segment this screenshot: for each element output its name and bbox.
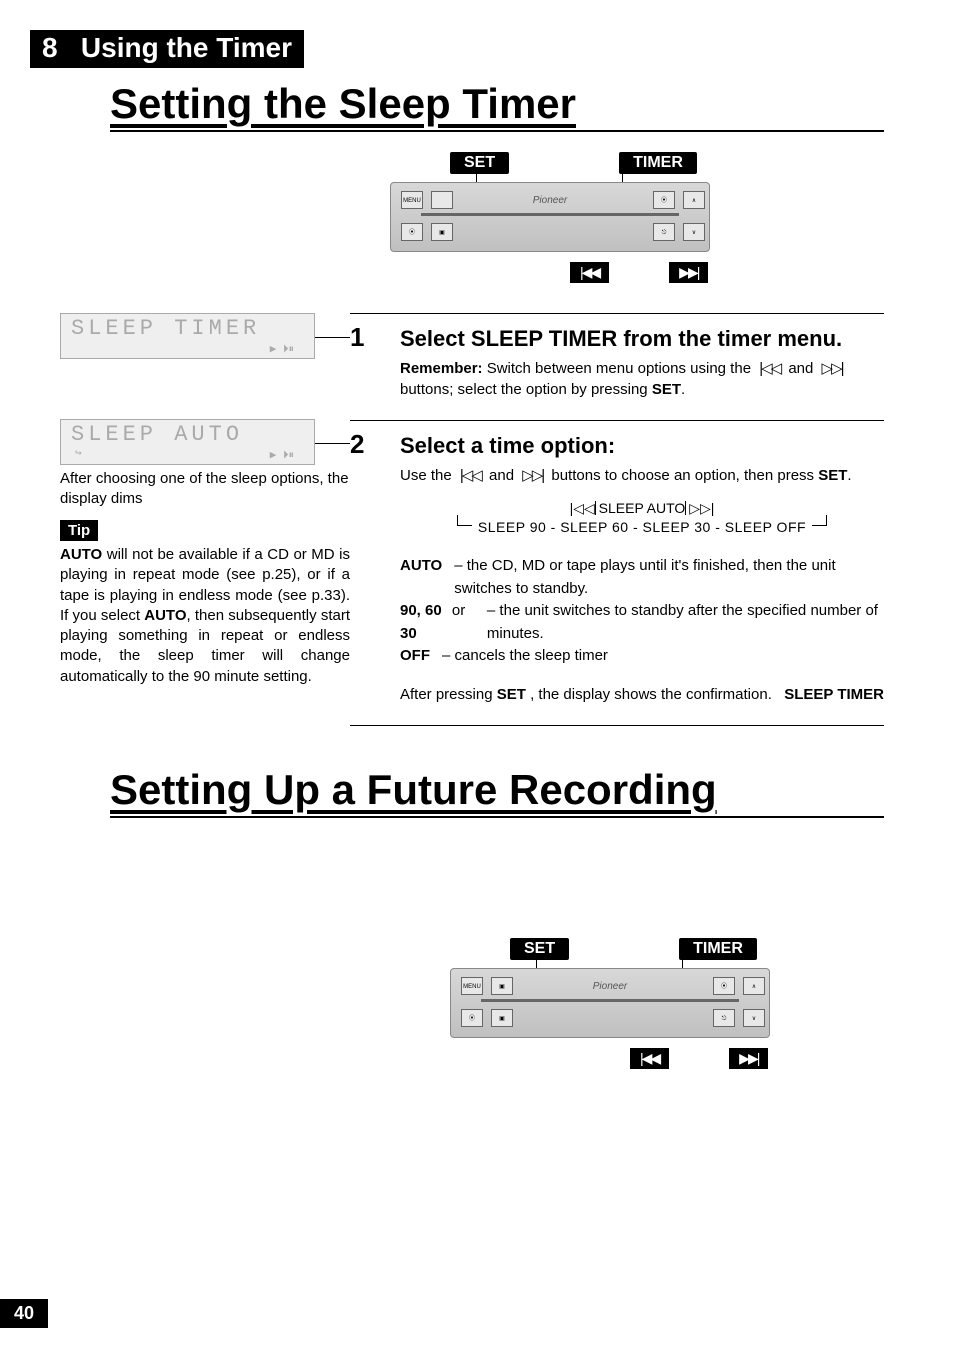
next-track-icon: ▷▷| (518, 467, 547, 484)
diagram-row: SLEEP 90 - SLEEP 60 - SLEEP 30 - SLEEP O… (472, 519, 812, 535)
step-title: Select a time option: (400, 433, 884, 459)
remote-button[interactable]: ▣ (491, 977, 513, 995)
remote-timer-label: TIMER (679, 938, 757, 960)
remote-brand: Pioneer (593, 981, 627, 992)
def-90-val: – the unit switches to standby after the… (487, 600, 884, 645)
remote-prev-button[interactable]: |◀◀ (570, 262, 609, 283)
remote-body: MENU Pioneer ⦿ ∧ ⦿ ▣ ⎋ ∨ (390, 182, 710, 252)
remote-button[interactable]: ⦿ (461, 1009, 483, 1027)
diagram-center: |◁◁ SLEEP AUTO ▷▷| (570, 500, 715, 516)
footer-a: After pressing (400, 686, 497, 703)
lcd2-caption: After choosing one of the sleep options,… (60, 469, 350, 508)
prev-track-icon: |◁◁ (755, 360, 784, 377)
footer-d: confirmation. (686, 686, 772, 703)
sleep-options-diagram: |◁◁ SLEEP AUTO ▷▷| SLEEP 90 - SLEEP 60 -… (400, 500, 884, 537)
lcd-text: SLEEP AUTO (71, 422, 243, 447)
remember-label: Remember: (400, 360, 483, 377)
chapter-tag: 8 Using the Timer (30, 30, 304, 68)
remote-button[interactable]: ⦿ (401, 223, 423, 241)
set-keyword: SET (497, 686, 526, 703)
remote-button[interactable]: ⦿ (653, 191, 675, 209)
remote-down-button[interactable]: ∨ (743, 1009, 765, 1027)
lcd-text: SLEEP TIMER (71, 316, 260, 341)
step-2: 2 Select a time option: Use the |◁◁ and … (350, 421, 884, 726)
section-heading-sleep-timer: Setting the Sleep Timer (110, 80, 884, 132)
left-column: SLEEP TIMER ▶ ⏵⏸ SLEEP AUTO ↪ ▶ ⏵⏸ After… (60, 313, 350, 687)
step2-text-b: buttons to choose an option, then press (551, 467, 818, 484)
step-number: 1 (350, 322, 364, 353)
def-90-or: or (452, 602, 465, 619)
remote-button[interactable]: ⦿ (713, 977, 735, 995)
remote-illustration-2: SET TIMER MENU ▣ Pioneer ⦿ ∧ ⦿ ▣ ⎋ ∨ |◀◀… (450, 938, 810, 1069)
set-keyword: SET (818, 467, 847, 484)
chapter-title: Using the Timer (81, 32, 292, 63)
def-off-key: OFF (400, 645, 430, 668)
tip-body: AUTO will not be available if a CD or MD… (60, 545, 350, 687)
connector-line (315, 337, 350, 338)
step1-text-a: Switch between menu options using the (487, 360, 756, 377)
remote-menu-button[interactable]: MENU (401, 191, 423, 209)
tip-heading: Tip (60, 520, 98, 541)
right-column: 1 Select SLEEP TIMER from the timer menu… (350, 313, 884, 726)
remote-illustration-1: SET TIMER MENU Pioneer ⦿ ∧ ⦿ ▣ ⎋ ∨ |◀◀ ▶… (390, 152, 750, 283)
next-track-icon: ▷▷| (818, 360, 847, 377)
page-number: 40 (0, 1299, 48, 1328)
lcd-sub: ▶ ⏵⏸ (270, 448, 294, 462)
remote-button[interactable]: ⎋ (653, 223, 675, 241)
chapter-number: 8 (42, 32, 58, 63)
remote-next-button[interactable]: ▶▶| (729, 1048, 768, 1069)
remote-button[interactable]: ▣ (491, 1009, 513, 1027)
remote-button[interactable]: ▣ (431, 223, 453, 241)
section-heading-future-recording: Setting Up a Future Recording (110, 766, 884, 818)
tip-auto-1: AUTO (60, 546, 102, 563)
remote-timer-label: TIMER (619, 152, 697, 174)
remote-body: MENU ▣ Pioneer ⦿ ∧ ⦿ ▣ ⎋ ∨ (450, 968, 770, 1038)
remote-prev-button[interactable]: |◀◀ (630, 1048, 669, 1069)
option-definitions: AUTO – the CD, MD or tape plays until it… (400, 555, 884, 668)
remote-set-label: SET (510, 938, 569, 960)
step-title: Select SLEEP TIMER from the timer menu. (400, 326, 884, 352)
remote-set-label: SET (450, 152, 509, 174)
step-number: 2 (350, 429, 364, 460)
connector-line (315, 443, 350, 444)
def-90-key: 90, 60 (400, 602, 442, 619)
prev-track-icon: |◁◁ (456, 467, 485, 484)
def-auto-val: – the CD, MD or tape plays until it's fi… (454, 555, 884, 600)
footer-b: , the display shows the (530, 686, 686, 703)
def-auto-key: AUTO (400, 555, 442, 600)
remote-up-button[interactable]: ∧ (683, 191, 705, 209)
remote-next-button[interactable]: ▶▶| (669, 262, 708, 283)
sleep-timer-confirm: SLEEP TIMER (784, 684, 884, 705)
def-off-val: – cancels the sleep timer (442, 645, 608, 668)
step1-text-b: buttons; select the option by pressing (400, 381, 652, 398)
step2-text-a: Use the (400, 467, 456, 484)
set-keyword: SET (652, 381, 681, 398)
remote-down-button[interactable]: ∨ (683, 223, 705, 241)
def-30-key: 30 (400, 625, 417, 642)
lcd-arrow: ↪ (75, 446, 82, 460)
step-1: 1 Select SLEEP TIMER from the timer menu… (350, 314, 884, 421)
remote-menu-button[interactable]: MENU (461, 977, 483, 995)
remote-up-button[interactable]: ∧ (743, 977, 765, 995)
lcd-display-2: SLEEP AUTO ↪ ▶ ⏵⏸ (60, 419, 315, 465)
step-subtext: Remember: Switch between menu options us… (400, 358, 884, 400)
remote-brand: Pioneer (533, 195, 567, 206)
lcd-sub: ▶ ⏵⏸ (270, 342, 294, 356)
lcd-display-1: SLEEP TIMER ▶ ⏵⏸ (60, 313, 315, 359)
tip-auto-2: AUTO (144, 607, 186, 624)
step2-line1: Use the |◁◁ and ▷▷| buttons to choose an… (400, 465, 884, 486)
step2-footer: After pressing SET , the display shows t… (400, 684, 884, 705)
remote-button[interactable] (431, 191, 453, 209)
remote-button[interactable]: ⎋ (713, 1009, 735, 1027)
